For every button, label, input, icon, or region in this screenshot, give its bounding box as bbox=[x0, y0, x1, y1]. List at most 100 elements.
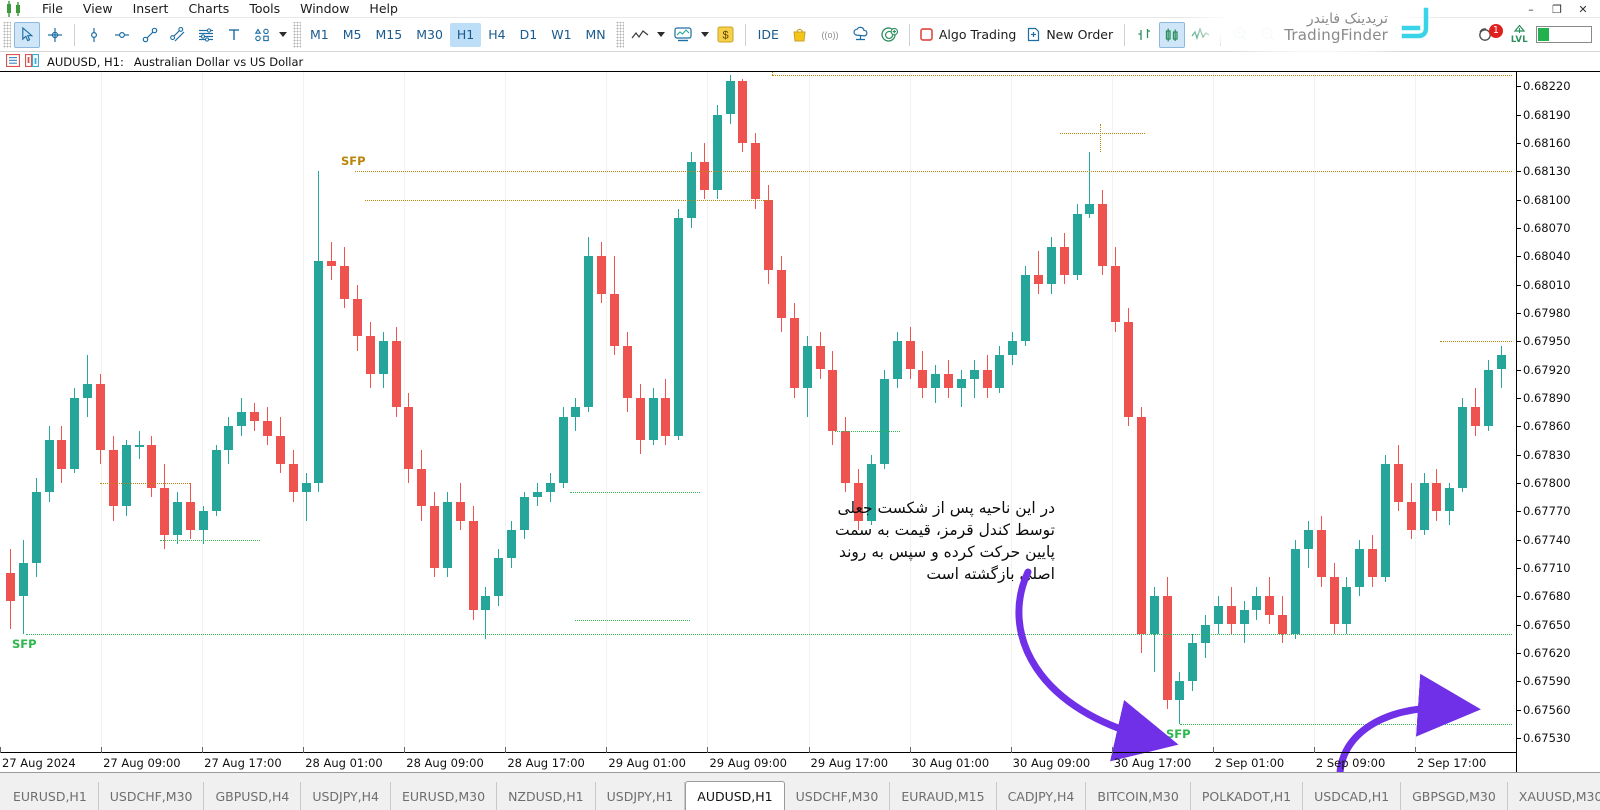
chart-tab-usdjpy-h4[interactable]: USDJPY,H4 bbox=[301, 782, 391, 810]
bar-chart-icon[interactable] bbox=[1131, 22, 1157, 48]
ide-button[interactable]: IDE bbox=[751, 23, 786, 47]
timeframe-m15[interactable]: M15 bbox=[369, 23, 410, 47]
lvl-icon[interactable]: LVL bbox=[1511, 24, 1528, 45]
sfp-level-line bbox=[26, 633, 1512, 635]
zoom-out-icon[interactable] bbox=[1255, 22, 1281, 48]
chart-area[interactable]: SFPSFPSFPSFP در این ناحیه پس از شکست جعل… bbox=[0, 72, 1600, 796]
time-tick-label: 2 Sep 09:00 bbox=[1315, 756, 1386, 770]
horizontal-line-tool-button[interactable] bbox=[109, 22, 135, 48]
candle-body bbox=[1278, 615, 1288, 634]
toolbar-grip-chartstyle[interactable] bbox=[615, 21, 624, 48]
chart-properties-icon[interactable] bbox=[24, 53, 40, 70]
menu-item-window[interactable]: Window bbox=[290, 0, 359, 18]
candle-body bbox=[764, 199, 774, 271]
chart-tab-polkadot-h1[interactable]: POLKADOT,H1 bbox=[1191, 782, 1304, 810]
templates-caret-icon[interactable] bbox=[700, 32, 709, 37]
chart-tab-bitcoin-m30[interactable]: BITCOIN,M30 bbox=[1086, 782, 1191, 810]
timeframe-m30[interactable]: M30 bbox=[409, 23, 450, 47]
structure-level-line bbox=[1440, 341, 1512, 343]
price-tick-label: 0.68040 bbox=[1523, 249, 1571, 264]
candlestick-plot[interactable]: SFPSFPSFPSFP bbox=[0, 72, 1516, 752]
market-bag-icon[interactable] bbox=[787, 22, 813, 48]
chart-tab-usdchf-m30[interactable]: USDCHF,M30 bbox=[99, 782, 205, 810]
chart-tab-xauusd-m30[interactable]: XAUUSD,M30 bbox=[1508, 782, 1600, 810]
candle-body bbox=[70, 397, 80, 469]
price-axis[interactable]: 0.68220 0.68190 0.68160 0.68130 0.68100 0.680… bbox=[1516, 72, 1600, 772]
time-tick bbox=[101, 747, 103, 753]
timeframe-w1[interactable]: W1 bbox=[544, 23, 578, 47]
structure-level-line bbox=[835, 430, 900, 432]
candle-body bbox=[1098, 204, 1108, 266]
candle-wick bbox=[1038, 251, 1039, 294]
candle-body bbox=[1008, 341, 1018, 356]
templates-icon[interactable] bbox=[669, 22, 697, 48]
timeframe-m5[interactable]: M5 bbox=[336, 23, 369, 47]
candle-body bbox=[250, 412, 260, 422]
timeframe-m1[interactable]: M1 bbox=[303, 23, 336, 47]
close-button[interactable]: ✕ bbox=[1570, 0, 1596, 18]
chart-tab-nzdusd-h1[interactable]: NZDUSD,H1 bbox=[497, 782, 596, 810]
candle-body bbox=[1239, 610, 1249, 625]
signals-icon[interactable]: ((o)) bbox=[815, 22, 845, 48]
candle-body bbox=[1188, 643, 1198, 682]
candle-body bbox=[558, 416, 568, 483]
candlestick-chart-icon[interactable] bbox=[1159, 21, 1186, 48]
zoom-in-icon[interactable] bbox=[1227, 22, 1253, 48]
menu-item-view[interactable]: View bbox=[73, 0, 123, 18]
mql5-community-icon[interactable] bbox=[876, 22, 903, 48]
chart-tab-eurusd-h1[interactable]: EURUSD,H1 bbox=[2, 782, 99, 810]
algo-trading-button[interactable]: Algo Trading bbox=[915, 22, 1022, 48]
chart-tab-eurusd-m30[interactable]: EURUSD,M30 bbox=[391, 782, 498, 810]
chart-tab-gbpusd-h4[interactable]: GBPUSD,H4 bbox=[204, 782, 302, 810]
shapes-tool-button[interactable] bbox=[249, 22, 275, 48]
connection-status-bar[interactable] bbox=[1536, 26, 1592, 43]
text-tool-button[interactable] bbox=[221, 22, 247, 48]
candle-body bbox=[1432, 482, 1442, 512]
chart-tab-gbpsgd-m30[interactable]: GBPSGD,M30 bbox=[1401, 782, 1508, 810]
menu-item-charts[interactable]: Charts bbox=[178, 0, 239, 18]
vps-cloud-icon[interactable] bbox=[847, 22, 874, 48]
fibonacci-retracement-tool-button[interactable] bbox=[193, 22, 219, 48]
price-tick-label: 0.68130 bbox=[1523, 164, 1571, 179]
time-tick bbox=[808, 747, 810, 753]
chart-tab-euraud-m15[interactable]: EURAUD,M15 bbox=[890, 782, 997, 810]
equidistant-channel-tool-button[interactable] bbox=[165, 22, 191, 48]
timeframe-h1[interactable]: H1 bbox=[449, 22, 482, 47]
notifications-icon[interactable]: 1 bbox=[1477, 23, 1503, 46]
shapes-dropdown-caret-icon[interactable] bbox=[279, 32, 287, 37]
toolbar-divider-5 bbox=[1220, 23, 1222, 46]
sfp-marker-label: SFP bbox=[1166, 726, 1191, 741]
line-chart-toggle-icon[interactable] bbox=[1187, 22, 1214, 48]
price-tick-label: 0.68010 bbox=[1523, 277, 1571, 292]
data-window-icon[interactable] bbox=[5, 53, 21, 70]
time-axis[interactable]: 27 Aug 2024 27 Aug 09:00 27 Aug 17:00 28 Au… bbox=[0, 747, 1516, 772]
dollar-icon[interactable]: $ bbox=[713, 22, 739, 48]
trendline-tool-button[interactable] bbox=[137, 22, 163, 48]
price-tick bbox=[1517, 199, 1521, 201]
chart-tab-cadjpy-h4[interactable]: CADJPY,H4 bbox=[997, 782, 1087, 810]
menu-item-help[interactable]: Help bbox=[359, 0, 408, 18]
toolbar-grip[interactable] bbox=[3, 21, 11, 48]
chart-tab-audusd-h1[interactable]: AUDUSD,H1 bbox=[685, 781, 785, 810]
minimize-button[interactable]: – bbox=[1518, 0, 1544, 18]
timeframe-h4[interactable]: H4 bbox=[481, 23, 512, 47]
menu-item-tools[interactable]: Tools bbox=[239, 0, 290, 18]
candle-body bbox=[1419, 482, 1429, 531]
cursor-tool-button[interactable] bbox=[14, 21, 40, 48]
new-order-button[interactable]: New Order bbox=[1022, 22, 1119, 48]
chart-tab-usdchf-m30[interactable]: USDCHF,M30 bbox=[785, 782, 891, 810]
chart-tab-usdjpy-h1[interactable]: USDJPY,H1 bbox=[596, 782, 686, 810]
line-chart-icon[interactable] bbox=[627, 22, 653, 48]
crosshair-tool-button[interactable] bbox=[42, 22, 68, 48]
toolbar-divider-2 bbox=[744, 23, 746, 46]
restore-button[interactable]: ❐ bbox=[1544, 0, 1570, 18]
chart-style-caret-icon[interactable] bbox=[656, 32, 665, 37]
candle-body bbox=[982, 369, 992, 389]
chart-tab-usdcad-h1[interactable]: USDCAD,H1 bbox=[1303, 782, 1402, 810]
timeframe-d1[interactable]: D1 bbox=[513, 23, 545, 47]
menu-item-file[interactable]: File bbox=[32, 0, 73, 18]
vertical-line-tool-button[interactable] bbox=[81, 22, 107, 48]
toolbar-grip-timeframes[interactable] bbox=[293, 21, 301, 48]
timeframe-mn[interactable]: MN bbox=[579, 23, 613, 47]
menu-item-insert[interactable]: Insert bbox=[123, 0, 179, 18]
